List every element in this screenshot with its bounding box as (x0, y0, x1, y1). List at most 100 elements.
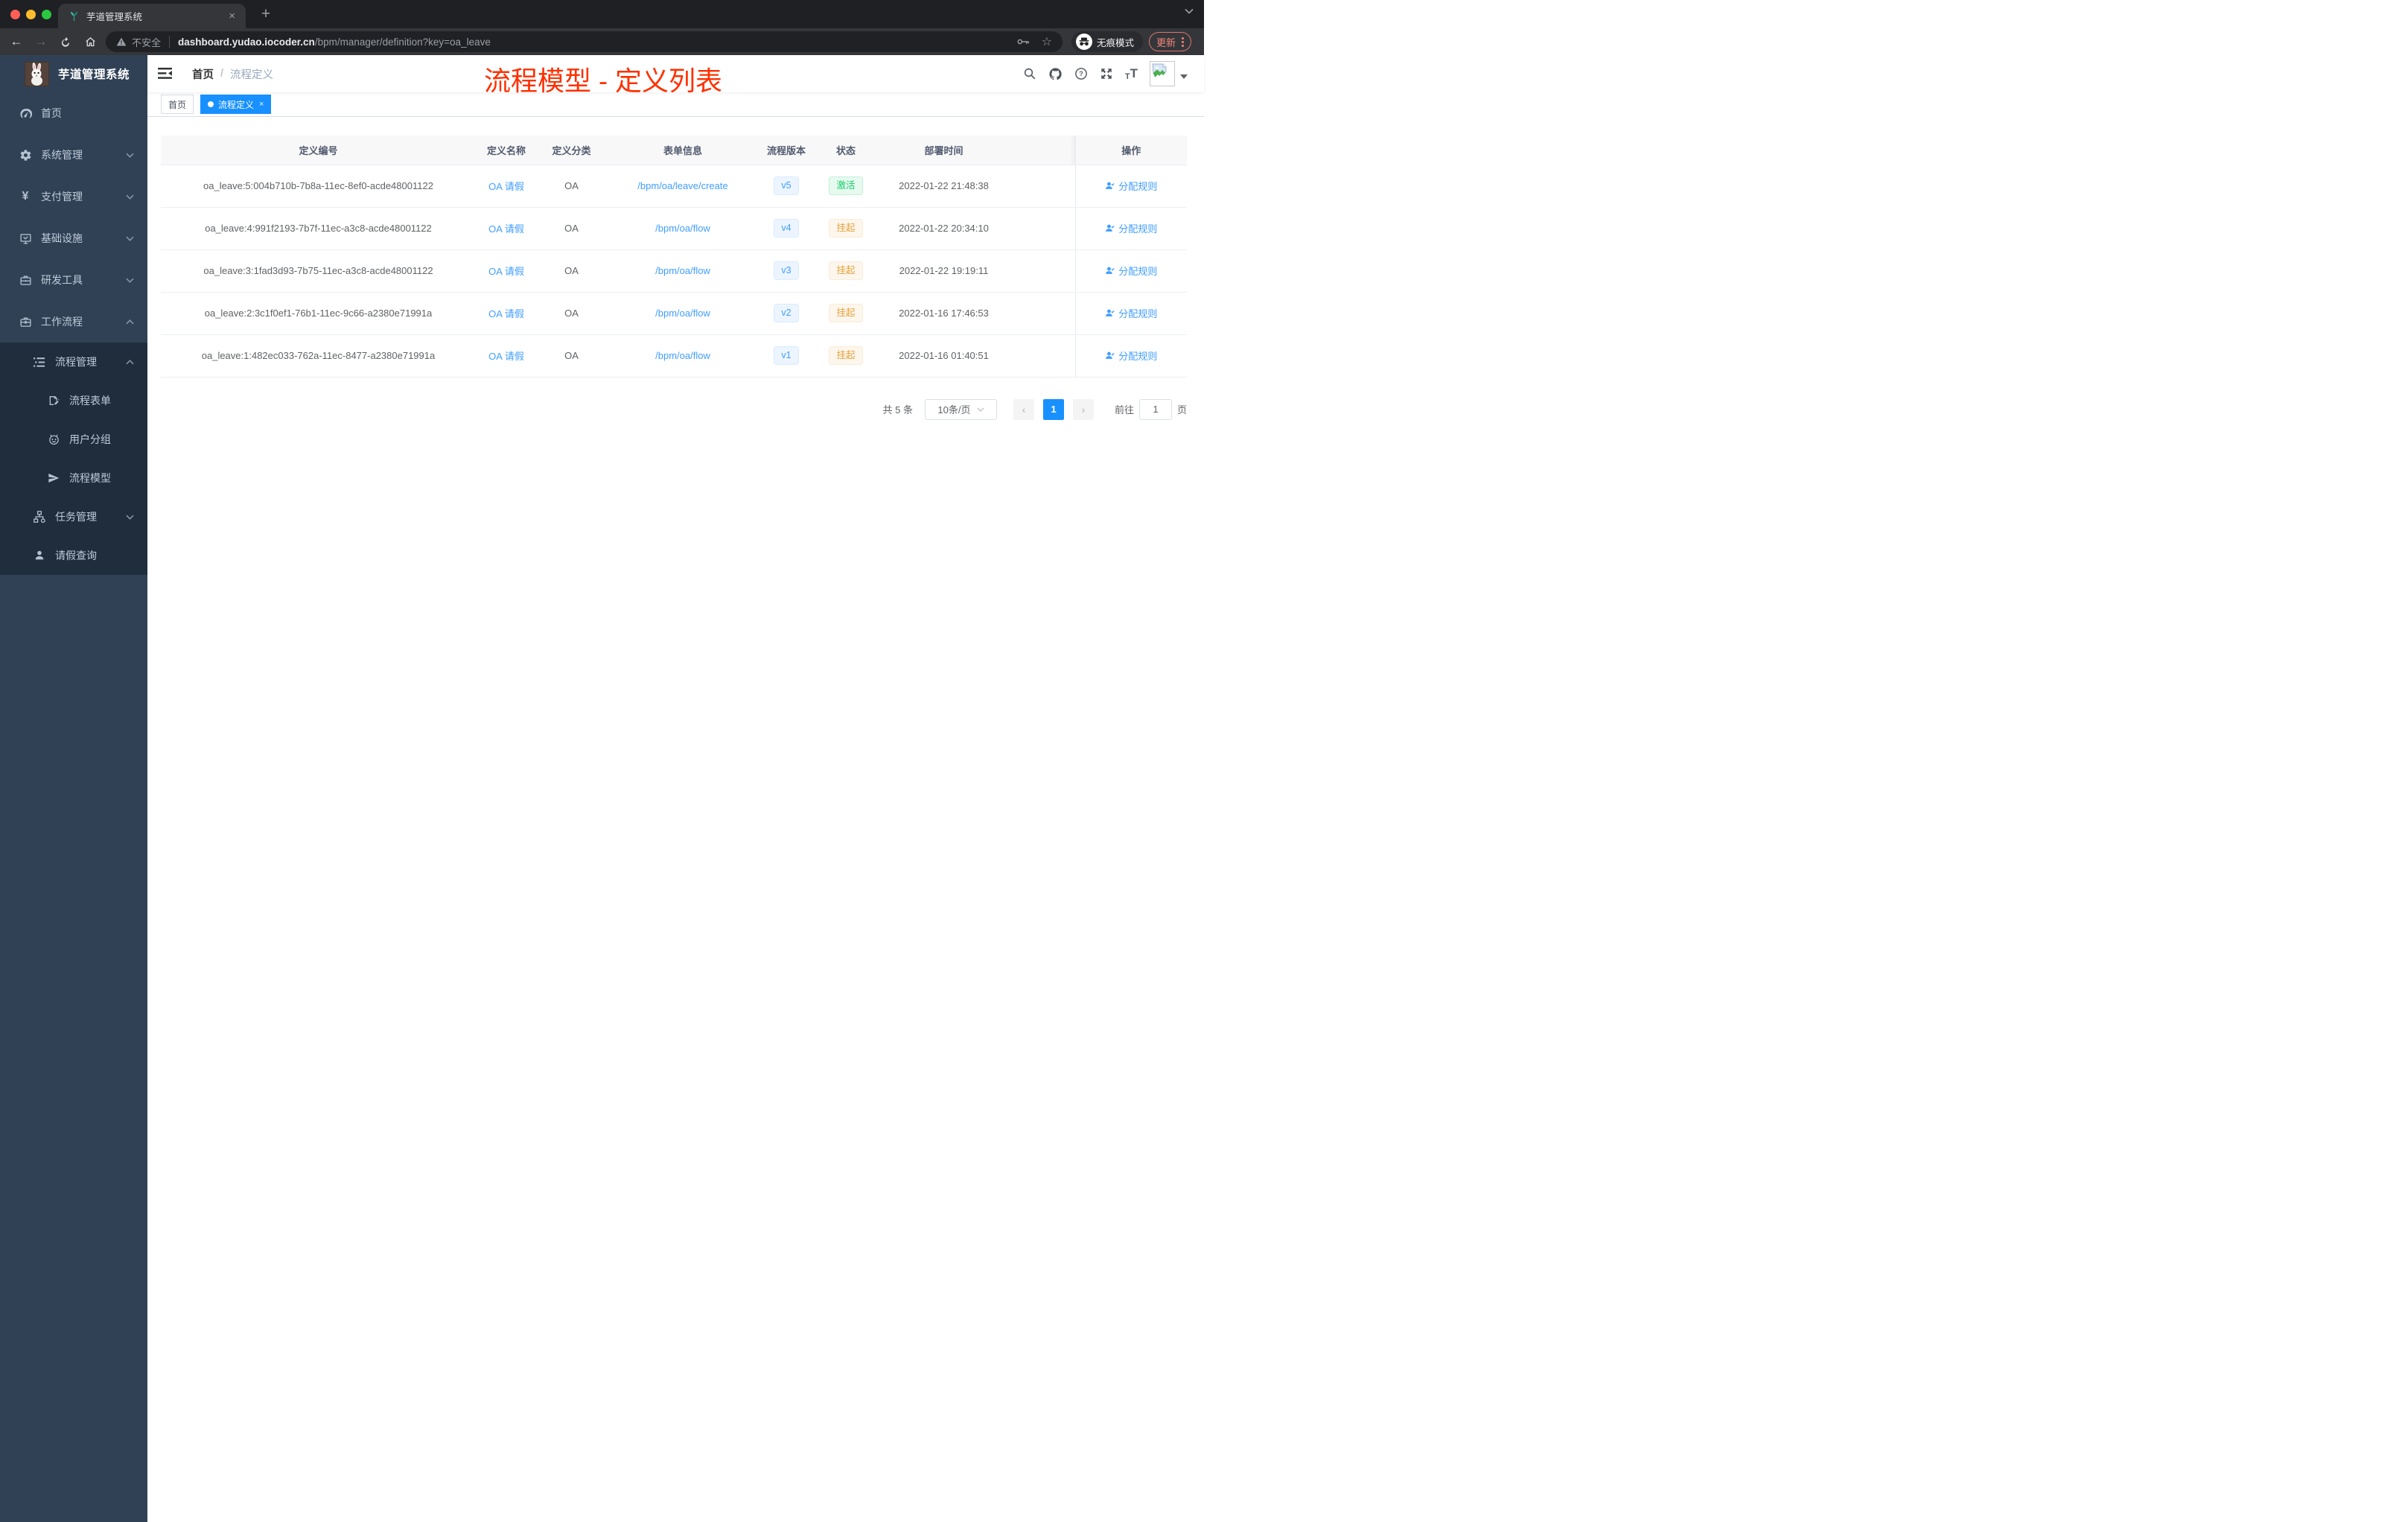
chevron-down-icon (126, 236, 134, 241)
form-link[interactable]: /bpm/oa/flow (655, 265, 710, 276)
assign-rule-link[interactable]: 分配规则 (1105, 306, 1157, 320)
close-window-button[interactable] (10, 10, 20, 19)
user-avatar-menu[interactable] (1150, 61, 1188, 86)
header-form-info: 表单信息 (606, 136, 759, 165)
assign-rule-link[interactable]: 分配规则 (1105, 264, 1157, 278)
filler-cell (1009, 334, 1075, 378)
tag-process-definition[interactable]: 流程定义 × (200, 95, 272, 114)
status-badge: 挂起 (829, 219, 863, 238)
sidebar-item-devtools[interactable]: 研发工具 (0, 259, 147, 301)
minimize-window-button[interactable] (26, 10, 36, 19)
active-dot (208, 101, 214, 107)
form-link[interactable]: /bpm/oa/flow (655, 223, 710, 234)
goto-page-input[interactable] (1138, 398, 1172, 420)
table-row: oa_leave:5:004b710b-7b8a-11ec-8ef0-acde4… (161, 165, 1187, 208)
pagination: 共 5 条 10条/页 ‹ 1 › 前往 页 (147, 398, 1187, 420)
page-number-1[interactable]: 1 (1042, 398, 1064, 420)
app-logo-rabbit-image (25, 61, 49, 86)
font-size-icon[interactable]: TT (1125, 66, 1138, 81)
tab-search-chevron-icon[interactable] (1185, 8, 1194, 14)
sidebar-item-task-management[interactable]: 任务管理 (0, 497, 147, 536)
avatar-caret-icon[interactable] (1180, 74, 1188, 79)
breadcrumb: 首页 / 流程定义 (192, 55, 273, 92)
sidebar-item-user-group[interactable]: 用户分组 (0, 420, 147, 459)
url-path[interactable]: /bpm/manager/definition?key=oa_leave (315, 36, 491, 48)
bookmark-star-icon[interactable]: ☆ (1042, 34, 1052, 49)
red-annotation-title: 流程模型 - 定义列表 (484, 66, 722, 96)
search-icon[interactable] (1023, 67, 1036, 80)
sidebar-item-process-form[interactable]: 流程表单 (0, 381, 147, 420)
tab-close-icon[interactable]: × (226, 10, 238, 22)
definition-id-cell: oa_leave:3:1fad3d93-7b75-11ec-a3c8-acde4… (161, 249, 476, 293)
next-page-button[interactable]: › (1072, 398, 1094, 420)
definition-name-link[interactable]: OA 请假 (488, 266, 524, 277)
version-badge: v2 (774, 304, 799, 322)
assign-rule-link[interactable]: 分配规则 (1105, 179, 1157, 193)
fullscreen-icon[interactable] (1100, 67, 1113, 80)
version-badge: v1 (774, 346, 799, 365)
prev-page-button[interactable]: ‹ (1013, 398, 1034, 420)
definition-name-link[interactable]: OA 请假 (488, 223, 524, 235)
browser-menu-icon[interactable] (1182, 36, 1185, 47)
sidebar-item-process-management[interactable]: 流程管理 (0, 343, 147, 381)
github-icon[interactable] (1048, 67, 1063, 81)
definition-name-link[interactable]: OA 请假 (488, 308, 524, 319)
sidebar-item-workflow[interactable]: 工作流程 (0, 301, 147, 343)
assign-rule-link[interactable]: 分配规则 (1105, 348, 1157, 363)
sidebar-item-leave-query[interactable]: 请假查询 (0, 536, 147, 575)
definition-name-link[interactable]: OA 请假 (488, 351, 524, 362)
form-link[interactable]: /bpm/oa/leave/create (637, 180, 727, 191)
forward-button[interactable]: → (31, 31, 51, 52)
app-logo-row[interactable]: 芋道管理系统 (0, 55, 147, 92)
sidebar-item-label: 支付管理 (41, 191, 83, 203)
page-size-select[interactable]: 10条/页 (924, 398, 997, 420)
toolbox-icon (19, 274, 32, 287)
sidebar-item-process-model[interactable]: 流程模型 (0, 459, 147, 497)
version-badge: v4 (774, 219, 799, 238)
deploy-time-cell: 2022-01-22 19:19:11 (879, 249, 1009, 293)
avatar-broken-image[interactable] (1150, 61, 1175, 86)
form-link[interactable]: /bpm/oa/flow (655, 350, 710, 361)
definition-id-cell: oa_leave:4:991f2193-7b7f-11ec-a3c8-acde4… (161, 207, 476, 250)
main-area: 首页 / 流程定义 流程模型 - 定义列表 ? TT 首页 流程定义 × 定义编… (147, 55, 1204, 1522)
reload-button[interactable] (55, 31, 76, 52)
tag-close-icon[interactable]: × (259, 100, 264, 109)
sidebar-item-home[interactable]: 首页 (0, 92, 147, 134)
url-host[interactable]: dashboard.yudao.iocoder.cn (178, 36, 315, 48)
back-button[interactable]: ← (6, 31, 27, 52)
robot-face-icon (47, 433, 60, 445)
sidebar-collapse-icon[interactable] (158, 67, 172, 80)
new-tab-button[interactable]: + (257, 5, 275, 23)
deploy-time-cell: 2022-01-22 21:48:38 (879, 165, 1009, 208)
total-count-label: 共 5 条 (882, 404, 913, 415)
definition-table: 定义编号 定义名称 定义分类 表单信息 流程版本 状态 部署时间 操作 oa_l… (161, 136, 1187, 378)
tag-home[interactable]: 首页 (161, 95, 194, 114)
home-button[interactable] (80, 31, 101, 52)
org-tree-icon (33, 511, 46, 523)
sidebar-item-label: 请假查询 (55, 550, 97, 561)
definition-name-link[interactable]: OA 请假 (488, 181, 524, 192)
security-warning-icon[interactable] (116, 37, 127, 46)
page-content: 定义编号 定义名称 定义分类 表单信息 流程版本 状态 部署时间 操作 oa_l… (147, 118, 1204, 1522)
sidebar-item-payment[interactable]: ¥ 支付管理 (0, 176, 147, 217)
monitor-icon (19, 232, 32, 245)
browser-update-button[interactable]: 更新 (1149, 32, 1192, 51)
address-bar[interactable]: 不安全 dashboard.yudao.iocoder.cn/bpm/manag… (106, 31, 1063, 52)
sidebar: 芋道管理系统 首页 系统管理 ¥ 支付管理 基础设施 研发工具 工作流程 流程管… (0, 55, 147, 1522)
window-controls[interactable] (10, 10, 51, 19)
sidebar-item-system[interactable]: 系统管理 (0, 134, 147, 176)
security-label[interactable]: 不安全 (132, 35, 161, 49)
zoom-window-button[interactable] (42, 10, 51, 19)
form-link[interactable]: /bpm/oa/flow (655, 308, 710, 319)
breadcrumb-home[interactable]: 首页 (192, 66, 214, 82)
assign-rule-link[interactable]: 分配规则 (1105, 221, 1157, 235)
browser-chrome: 芋道管理系统 × + ← → 不安全 dashboard.yudao.iocod… (0, 0, 1204, 55)
help-icon[interactable]: ? (1074, 67, 1088, 80)
workflow-submenu: 流程管理 流程表单 用户分组 流程模型 任务管理 请假查询 (0, 343, 147, 575)
browser-tab[interactable]: 芋道管理系统 × (58, 4, 246, 28)
status-badge: 挂起 (829, 346, 863, 365)
password-key-icon[interactable] (1017, 38, 1030, 45)
sidebar-item-infrastructure[interactable]: 基础设施 (0, 217, 147, 259)
user-icon (1106, 224, 1115, 232)
update-label[interactable]: 更新 (1156, 35, 1176, 49)
